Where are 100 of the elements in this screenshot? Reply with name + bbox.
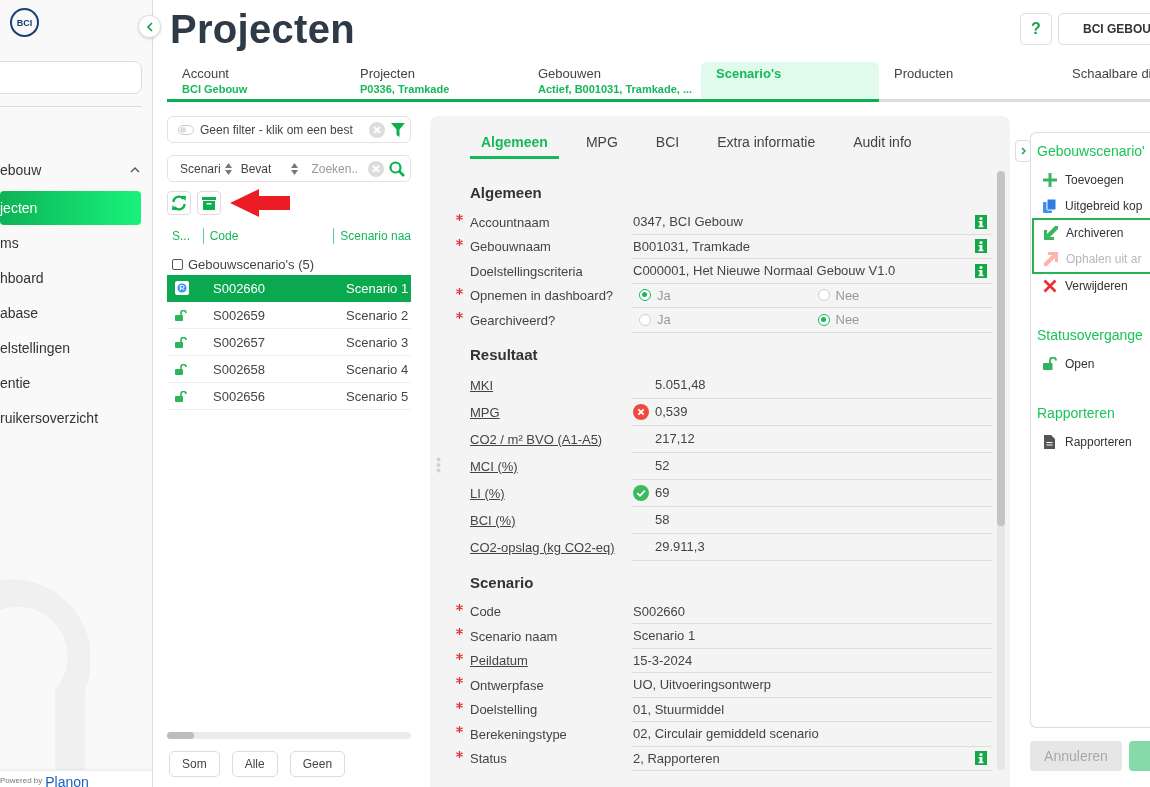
field-value: 02, Circulair gemiddeld scenario [633, 726, 819, 742]
list-row[interactable]: S002657 Scenario 3 [167, 329, 411, 356]
unlocked-lock-icon [1043, 357, 1057, 371]
vertical-scrollbar[interactable] [997, 171, 1005, 770]
field-select[interactable]: Scenari [180, 161, 232, 176]
list-row[interactable]: S002659 Scenario 2 [167, 302, 411, 329]
unlocked-lock-icon [175, 309, 187, 321]
horizontal-scrollbar[interactable] [167, 732, 411, 739]
info-icon[interactable] [975, 751, 987, 766]
result-value: 217,12 [655, 431, 695, 446]
filter-field[interactable]: Geen filter - klik om een best [167, 116, 411, 143]
field-label-link[interactable]: MCI (%) [470, 458, 518, 474]
section-title: Algemeen [469, 183, 543, 203]
breadcrumb-tab[interactable]: Account BCI Gebouw [167, 62, 345, 102]
field-label-link[interactable]: Peildatum [470, 653, 528, 669]
action-item[interactable]: Verwijderen [1031, 273, 1150, 299]
result-value: 5.051,48 [655, 377, 706, 392]
result-value: 69 [655, 485, 670, 500]
menu-section[interactable]: ebouw [0, 159, 152, 181]
archive-icon [202, 196, 216, 210]
breadcrumb-tab[interactable]: Projecten P0336, Tramkade [345, 62, 523, 102]
refresh-button[interactable] [167, 191, 191, 215]
action-item[interactable]: Uitgebreid kop [1031, 193, 1150, 219]
logo: BCI [10, 8, 39, 37]
chevron-right-icon [1020, 147, 1026, 155]
unlocked-lock-icon [175, 363, 187, 375]
operator-select[interactable]: Bevat [240, 161, 299, 176]
menu-item[interactable]: hboard [0, 261, 141, 296]
archive-button[interactable] [197, 191, 221, 215]
checkbox[interactable] [172, 258, 183, 270]
list-row[interactable]: S002656 Scenario 5 [167, 383, 411, 410]
search-field[interactable] [0, 61, 142, 94]
drag-handle-icon[interactable] [436, 457, 441, 473]
breadcrumb-tab[interactable]: Schaalbare di [1057, 62, 1150, 102]
field-value: 15-3-2024 [633, 652, 693, 668]
section-title: Resultaat [469, 344, 539, 365]
restore-arrow-icon [1044, 252, 1058, 266]
list-row[interactable]: S002658 Scenario 4 [167, 356, 411, 383]
result-value: 0,539 [655, 404, 688, 419]
search-field[interactable]: Zoeken.. [303, 161, 363, 176]
action-item[interactable]: Toevoegen [1031, 167, 1150, 193]
tab[interactable]: MPG [574, 129, 629, 159]
group-title: Gebouwscenario' [1036, 142, 1146, 161]
select-button[interactable]: Alle [231, 751, 278, 777]
info-icon[interactable] [975, 263, 987, 278]
filter-icon[interactable] [391, 122, 405, 137]
unlocked-lock-icon [175, 390, 187, 402]
field-value: 01, Stuurmiddel [633, 701, 725, 717]
account-button[interactable]: BCI GEBOU [1058, 13, 1150, 45]
unlocked-lock-icon [175, 336, 187, 348]
field-label-link[interactable]: MKI [470, 377, 494, 393]
menu-item[interactable]: abase [0, 296, 141, 331]
field-label: Status [470, 751, 507, 767]
field-value: UO, Uitvoeringsontwerp [633, 677, 771, 693]
brand-logo: Planon [45, 775, 89, 787]
field-label-link[interactable]: CO2 / m² BVO (A1-A5) [470, 431, 603, 447]
report-status-icon [175, 281, 189, 295]
result-value: 29.911,3 [655, 539, 705, 554]
select-button[interactable]: Som [169, 751, 220, 777]
clear-icon[interactable] [368, 160, 384, 177]
field-value: C000001, Het Nieuwe Normaal Gebouw V1.0 [633, 263, 896, 279]
field-label: Doelstellingscriteria [470, 263, 583, 279]
field-label-link[interactable]: LI (%) [470, 485, 505, 501]
field-label: Berekeningstype [470, 726, 567, 742]
result-value: 58 [655, 512, 670, 527]
select-button[interactable]: Geen [289, 751, 346, 777]
info-icon[interactable] [975, 239, 987, 254]
menu-item[interactable]: entie [0, 366, 141, 401]
sort-icon [291, 162, 299, 175]
clear-icon[interactable] [369, 121, 385, 138]
menu-item[interactable]: elstellingen [0, 331, 141, 366]
expand-button[interactable] [1015, 140, 1031, 162]
page-title: Projecten [170, 6, 355, 52]
field-label-link[interactable]: CO2-opslag (kg CO2-eq) [470, 539, 615, 555]
result-value: 52 [655, 458, 670, 473]
tab[interactable]: Audit info [842, 129, 923, 159]
field-label: Accountnaam [470, 214, 550, 230]
search-icon[interactable] [389, 160, 405, 177]
group-title: Statusovergange [1036, 326, 1144, 345]
menu-item[interactable]: ms [0, 226, 141, 261]
section-title: Scenario [469, 572, 535, 593]
action-item[interactable]: Rapporteren [1031, 429, 1150, 455]
tab[interactable]: Extra informatie [706, 129, 827, 159]
pointer-arrow [230, 189, 290, 217]
field-label-link[interactable]: MPG [470, 404, 500, 420]
toggle-icon[interactable] [178, 124, 194, 135]
field-value: S002660 [633, 603, 686, 619]
chevron-left-icon [146, 21, 153, 32]
info-icon[interactable] [975, 214, 987, 229]
menu-item[interactable]: ruikersoverzicht [0, 401, 141, 436]
action-item[interactable]: Open [1031, 351, 1150, 377]
breadcrumb-tab[interactable]: Producten [879, 62, 1057, 102]
field-label: Opnemen in dashboard? [470, 288, 614, 304]
field-label: Ontwerpfase [470, 677, 544, 693]
tab[interactable]: BCI [644, 129, 691, 159]
field-value: Scenario 1 [633, 628, 696, 644]
field-label-link[interactable]: BCI (%) [470, 512, 516, 528]
field-label: Gebouwnaam [470, 239, 551, 255]
refresh-icon [171, 195, 187, 211]
powered-by-text: Powered by [0, 776, 43, 785]
